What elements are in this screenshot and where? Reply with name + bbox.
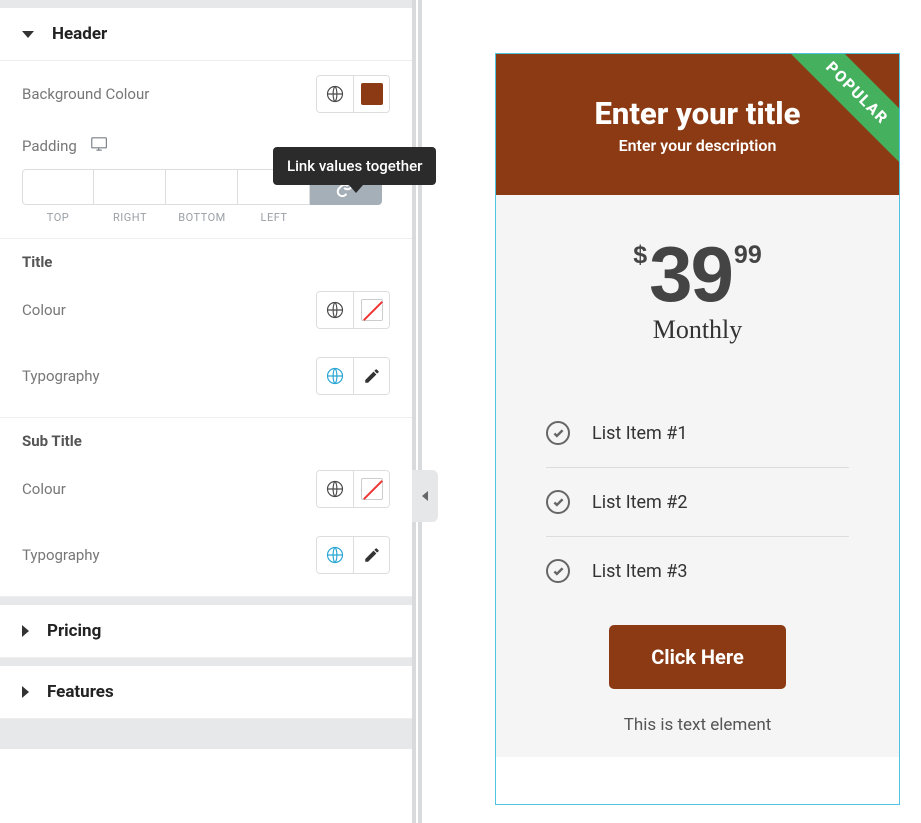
sidebar-resize-gutter[interactable] — [412, 0, 426, 823]
subtitle-colour-swatch[interactable] — [353, 471, 389, 507]
row-title-colour: Colour — [0, 277, 412, 343]
edit-typography-button[interactable] — [353, 358, 389, 394]
style-sidebar: Header Background Colour Padding — [0, 0, 412, 823]
tooltip-link-values: Link values together — [273, 147, 436, 185]
price-amount: 39 — [649, 235, 732, 313]
responsive-devices-icon[interactable] — [91, 137, 111, 155]
title-colour-swatch[interactable] — [353, 292, 389, 328]
row-title-typography: Typography — [0, 343, 412, 409]
padding-right-input[interactable] — [94, 169, 166, 205]
edit-typography-button[interactable] — [353, 537, 389, 573]
label-subtitle-typography: Typography — [22, 546, 316, 564]
section-title-features: Features — [47, 682, 114, 702]
pricing-title[interactable]: Enter your title — [595, 95, 801, 132]
no-color-icon — [361, 299, 383, 321]
label-top: TOP — [22, 211, 94, 224]
label-subtitle-colour: Colour — [22, 480, 316, 498]
feature-text: List Item #1 — [592, 423, 688, 444]
collapse-sidebar-button[interactable] — [412, 470, 438, 522]
padding-top-input[interactable] — [22, 169, 94, 205]
label-title-colour: Colour — [22, 301, 316, 319]
row-subtitle-typography: Typography — [0, 522, 412, 588]
title-group: Title Colour Typography — [0, 239, 412, 418]
padding-side-labels: TOP RIGHT BOTTOM LEFT — [22, 211, 390, 224]
pricing-table-preview[interactable]: POPULAR Enter your title Enter your desc… — [495, 53, 900, 805]
spacer — [0, 719, 412, 749]
label-background-colour: Background Colour — [22, 85, 316, 103]
section-toggle-pricing[interactable]: Pricing — [0, 605, 412, 658]
label-title-typography: Typography — [22, 367, 316, 385]
global-color-button[interactable] — [317, 76, 353, 112]
caret-right-icon — [22, 686, 29, 698]
check-circle-icon — [546, 421, 570, 445]
feature-text: List Item #3 — [592, 561, 688, 582]
check-circle-icon — [546, 490, 570, 514]
feature-text: List Item #2 — [592, 492, 688, 513]
bg-colour-swatch[interactable] — [353, 76, 389, 112]
section-title-pricing: Pricing — [47, 621, 101, 641]
list-item: List Item #2 — [546, 467, 849, 536]
chevron-left-icon — [422, 491, 428, 501]
spacer — [0, 0, 412, 8]
caret-right-icon — [22, 625, 29, 637]
label-bottom: BOTTOM — [166, 211, 238, 224]
label-left: LEFT — [238, 211, 310, 224]
tooltip-text: Link values together — [287, 157, 422, 175]
list-item: List Item #1 — [546, 399, 849, 467]
list-item: List Item #3 — [546, 536, 849, 605]
pricing-description[interactable]: Enter your description — [619, 136, 777, 155]
spacer — [0, 658, 412, 666]
global-color-button[interactable] — [317, 292, 353, 328]
spacer — [0, 597, 412, 605]
section-toggle-features[interactable]: Features — [0, 666, 412, 719]
pricing-header: POPULAR Enter your title Enter your desc… — [496, 54, 899, 195]
price-block: $ 39 99 Monthly — [496, 195, 899, 373]
color-swatch-icon — [361, 83, 383, 105]
features-list: List Item #1 List Item #2 List Item #3 — [496, 373, 899, 615]
padding-bottom-input[interactable] — [166, 169, 238, 205]
check-circle-icon — [546, 559, 570, 583]
subtitle-group: Sub Title Colour Typography — [0, 418, 412, 597]
subheading-title: Title — [0, 239, 412, 277]
row-background-colour: Background Colour — [0, 61, 412, 127]
section-title-header: Header — [52, 24, 107, 44]
subheading-subtitle: Sub Title — [0, 418, 412, 456]
currency-symbol: $ — [633, 241, 647, 270]
footnote-text: This is text element — [496, 715, 899, 757]
cta-button[interactable]: Click Here — [609, 625, 786, 689]
no-color-icon — [361, 478, 383, 500]
label-padding: Padding — [22, 137, 77, 155]
price-period: Monthly — [496, 315, 899, 345]
global-typography-button[interactable] — [317, 537, 353, 573]
global-color-button[interactable] — [317, 471, 353, 507]
section-toggle-header[interactable]: Header — [0, 8, 412, 61]
price-cents: 99 — [734, 241, 762, 270]
cta-wrap: Click Here — [496, 615, 899, 715]
caret-down-icon — [22, 31, 34, 38]
row-subtitle-colour: Colour — [0, 456, 412, 522]
label-right: RIGHT — [94, 211, 166, 224]
global-typography-button[interactable] — [317, 358, 353, 394]
